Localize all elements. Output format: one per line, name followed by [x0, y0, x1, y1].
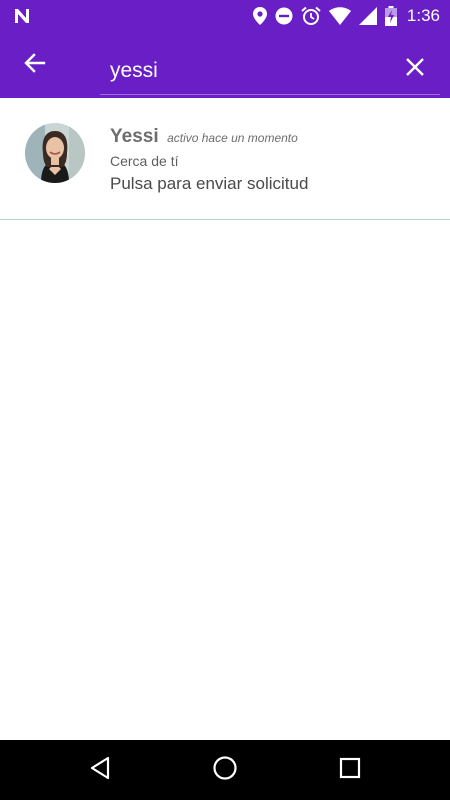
- close-icon: [405, 57, 425, 82]
- nav-home-button[interactable]: [210, 755, 240, 785]
- n-logo-icon: [12, 6, 32, 31]
- nav-back-button[interactable]: [85, 755, 115, 785]
- arrow-back-icon: [23, 51, 47, 80]
- result-distance: Cerca de tí: [110, 153, 179, 169]
- result-action-text: Pulsa para enviar solicitud: [110, 174, 309, 193]
- status-icons: 1:36: [245, 0, 440, 32]
- dnd-icon: [275, 7, 293, 25]
- recents-square-icon: [339, 757, 361, 784]
- search-result-item[interactable]: Yessi activo hace un momento Cerca de tí…: [0, 98, 450, 220]
- status-bar: 1:36: [0, 0, 450, 32]
- result-activity: activo hace un momento: [167, 131, 298, 145]
- wifi-icon: [328, 7, 351, 25]
- alarm-icon: [301, 6, 321, 26]
- location-icon: [252, 7, 267, 25]
- avatar: [25, 123, 85, 183]
- back-triangle-icon: [89, 756, 111, 785]
- clear-search-button[interactable]: [398, 52, 432, 86]
- result-name: Yessi: [110, 126, 159, 147]
- search-toolbar: [0, 32, 450, 98]
- status-time: 1:36: [406, 6, 440, 25]
- back-button[interactable]: [18, 48, 52, 82]
- battery-charging-icon: [384, 6, 397, 26]
- result-name-line: Yessi activo hace un momento: [110, 126, 298, 148]
- search-field: [100, 46, 440, 95]
- nav-recents-button[interactable]: [335, 755, 365, 785]
- search-input[interactable]: [108, 52, 382, 90]
- home-circle-icon: [212, 755, 238, 786]
- navigation-bar: [0, 740, 450, 800]
- signal-icon: [358, 7, 377, 25]
